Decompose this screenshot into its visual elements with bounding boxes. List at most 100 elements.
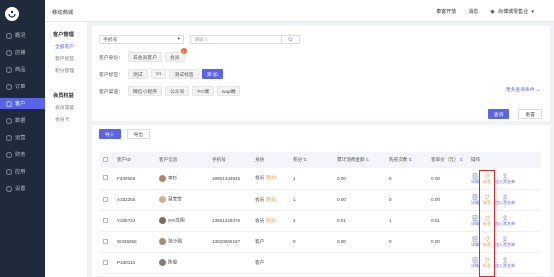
identity-option-member[interactable]: 会员 1	[165, 48, 187, 62]
table-row[interactable]: F330528 李杉 18801433945 会员 测试1 1 0.00 0 0…	[100, 168, 540, 189]
message-link[interactable]: 消息	[468, 8, 478, 15]
identity-tag: 测试1	[265, 196, 277, 202]
blacklist-action[interactable]: 加入黑名单	[495, 194, 515, 205]
sidebar-nav: 概况店铺商品订单客户数据运营财务应用设置	[0, 30, 45, 194]
sidebar-item-home[interactable]: 概况	[0, 30, 45, 41]
customer-spend: 0.00	[337, 239, 346, 244]
submenu-item-points[interactable]: 积分管理	[45, 67, 87, 74]
add-tag-button[interactable]: 添 加	[201, 69, 223, 79]
detail-action[interactable]: 详情	[471, 236, 479, 247]
field-select[interactable]: 手机号 ▾	[99, 35, 184, 44]
open-link[interactable]: 泰客开放	[436, 8, 456, 15]
col-header-sortable[interactable]: 积分⇅	[290, 152, 334, 168]
user-icon: ◉	[490, 9, 495, 15]
col-header: 客户ID	[117, 157, 131, 162]
col-header-sortable[interactable]: 客单价（元）⇅	[428, 152, 468, 168]
table-header-row: 客户ID 客户信息 手机号 身份 积分⇅ 累计消费金额⇅ 购买次数⇅ 客单价（元…	[100, 152, 540, 168]
sidebar-item-order[interactable]: 订单	[0, 81, 45, 92]
customer-table: 客户ID 客户信息 手机号 身份 积分⇅ 累计消费金额⇅ 购买次数⇅ 客单价（元…	[100, 152, 540, 274]
tag-option[interactable]: V1	[150, 69, 167, 79]
channel-option[interactable]: 微信小程序	[128, 86, 162, 96]
field-select-value: 手机号	[103, 38, 118, 43]
sidebar-item-apps[interactable]: 应用	[0, 166, 45, 177]
submenu-item-member-card[interactable]: 会员卡	[45, 116, 87, 123]
customer-identity: 会员 测试1	[252, 210, 290, 231]
user-menu[interactable]: ◉ 尚博城零售业 ▾	[490, 8, 534, 15]
blacklist-action[interactable]: 加入黑名单	[495, 173, 515, 184]
search-input[interactable]: 请输入	[190, 35, 282, 44]
select-all-checkbox[interactable]	[103, 157, 108, 162]
row-checkbox[interactable]	[103, 196, 108, 202]
sidebar-item-label: 设置	[15, 186, 26, 192]
table-row[interactable]: P330114 陈俊 客户 详情 标签 加入黑名单	[100, 252, 540, 273]
customer-aov	[428, 252, 468, 273]
channel-option[interactable]: 公众号	[165, 86, 190, 96]
gear-icon	[6, 186, 12, 192]
count-badge: 1	[180, 48, 187, 54]
sidebar-item-label: 店铺	[15, 50, 26, 56]
identity-text: 客户	[255, 259, 265, 265]
col-header-sortable[interactable]: 累计消费金额⇅	[334, 152, 386, 168]
table-row[interactable]: W336256 张沙璐 13520065167 客户 0 0.00 0 0.00…	[100, 231, 540, 252]
row-select-cell	[100, 189, 114, 210]
query-button[interactable]: 查询	[487, 109, 510, 119]
col-label: 积分	[293, 157, 303, 162]
table-row[interactable]: A332255 莫莹莹 会员 测试1 1 0.00 0 0.00 详情 标签 加…	[100, 189, 540, 210]
row-checkbox[interactable]	[103, 259, 108, 265]
blacklist-label: 加入黑名单	[495, 200, 515, 205]
blacklist-action[interactable]: 加入黑名单	[495, 236, 515, 247]
detail-label: 详情	[471, 242, 479, 247]
submenu-item-customer-tags[interactable]: 客户标签	[45, 55, 87, 62]
customer-phone: 13520065167	[212, 239, 241, 244]
sidebar-item-user[interactable]: 客户	[0, 98, 45, 109]
select-all-header	[100, 152, 114, 168]
sidebar-item-label: 应用	[15, 169, 26, 175]
sidebar-item-chart[interactable]: 数据	[0, 115, 45, 126]
customer-spend: 0.00	[337, 197, 346, 202]
sidebar-item-megaphone[interactable]: 运营	[0, 132, 45, 143]
detail-action[interactable]: 详情	[471, 194, 479, 205]
identity-option-nonmember[interactable]: 非会员客户	[128, 52, 162, 62]
identity-option-label: 会员	[170, 55, 180, 61]
section-divider	[92, 121, 550, 125]
sidebar-item-label: 商品	[15, 67, 26, 73]
blacklist-action[interactable]: 加入黑名单	[495, 257, 515, 268]
detail-action[interactable]: 详情	[471, 257, 479, 268]
import-button[interactable]: 导入	[99, 129, 121, 139]
tag-option[interactable]: 测试	[128, 69, 148, 79]
reset-button[interactable]: 重置	[518, 109, 542, 119]
identity-tag: 测试1	[265, 217, 277, 223]
col-header: 手机号	[212, 157, 226, 162]
export-button[interactable]: 导出	[126, 129, 151, 139]
avatar	[159, 196, 166, 203]
channel-option[interactable]: PC端	[192, 86, 214, 96]
customer-identity: 客户	[252, 252, 290, 273]
row-checkbox[interactable]	[103, 175, 108, 181]
sidebar-item-shop[interactable]: 店铺	[0, 47, 45, 58]
search-button[interactable]	[282, 35, 300, 44]
detail-action[interactable]: 详情	[471, 173, 479, 184]
identity-text: 客户	[255, 238, 265, 244]
submenu-item-member-level[interactable]: 会员等级	[45, 104, 87, 111]
identity-filter: 客户身份： 非会员客户 会员 1	[99, 48, 187, 62]
blacklist-action[interactable]: 加入黑名单	[495, 215, 515, 226]
submenu-item-all-customers[interactable]: 全部客户	[45, 43, 87, 50]
tag-option[interactable]: 测试标签	[169, 69, 199, 79]
channel-option[interactable]: wap端	[216, 86, 241, 96]
row-checkbox[interactable]	[103, 238, 108, 244]
col-header-sortable[interactable]: 购买次数⇅	[386, 152, 428, 168]
logo-icon	[5, 7, 19, 21]
wallet-icon	[6, 152, 12, 158]
sidebar-item-wallet[interactable]: 财务	[0, 149, 45, 160]
row-checkbox[interactable]	[103, 217, 108, 223]
sidebar-item-gear[interactable]: 设置	[0, 183, 45, 194]
customer-spend: 0.01	[337, 218, 346, 223]
detail-action[interactable]: 详情	[471, 215, 479, 226]
sidebar-item-bag[interactable]: 商品	[0, 64, 45, 75]
customer-info: 李杉	[156, 168, 209, 189]
customer-points: 1	[293, 197, 296, 202]
customer-orders: 0	[389, 239, 392, 244]
more-filters-link[interactable]: 更多查询条件 ⌄	[506, 86, 540, 93]
more-filters-label: 更多查询条件	[505, 88, 535, 93]
table-row[interactable]: Y336722 yan左翔 13661226476 会员 测试1 2 0.01 …	[100, 210, 540, 231]
